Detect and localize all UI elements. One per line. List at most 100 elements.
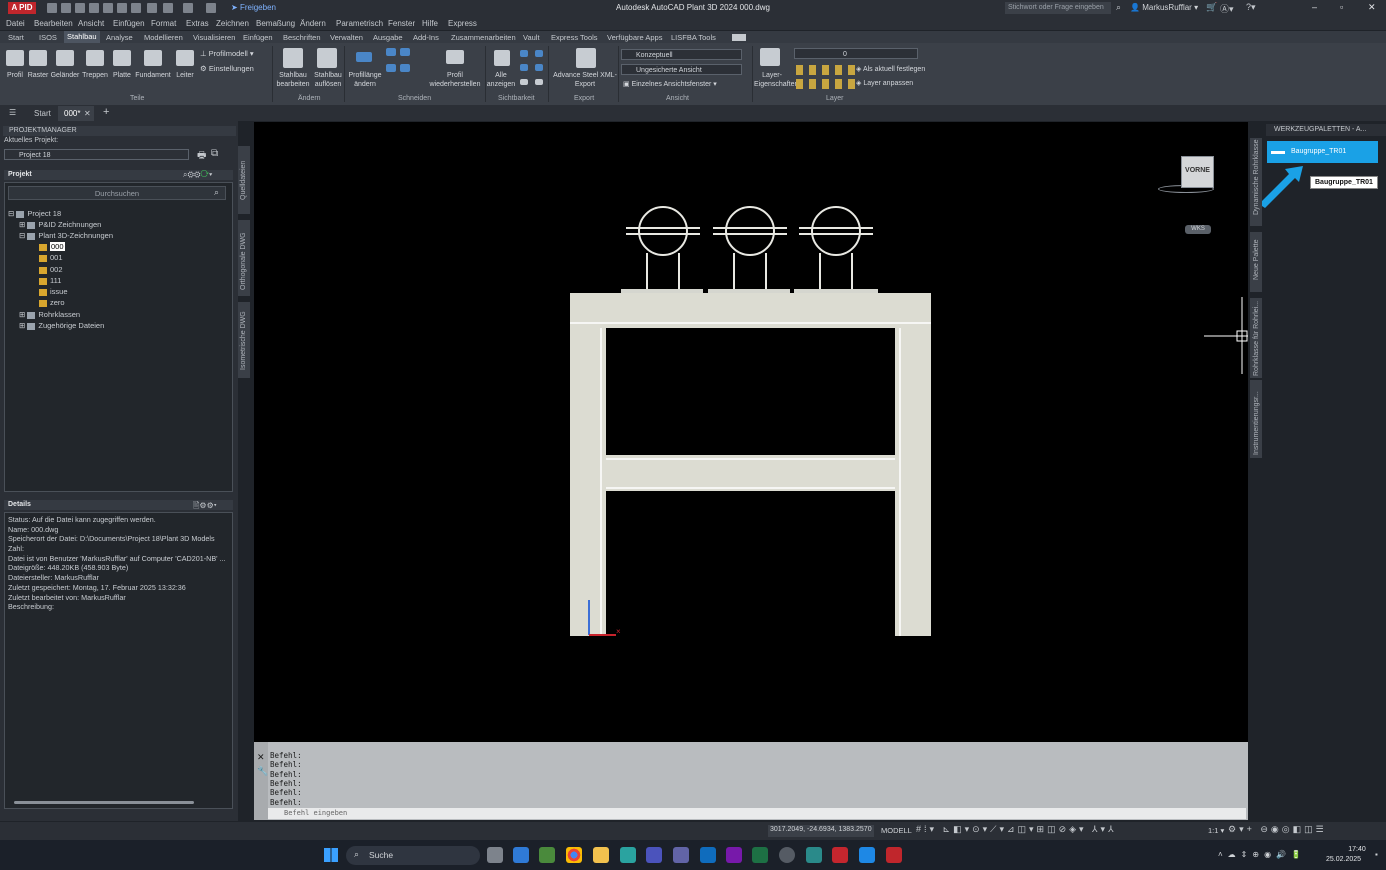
chrome-icon[interactable] [566, 847, 582, 863]
menu-fenster[interactable]: Fenster [388, 19, 415, 28]
outlook-icon[interactable] [700, 847, 716, 863]
layer-tools-icon[interactable] [796, 65, 856, 75]
layer-properties-icon[interactable] [760, 48, 780, 66]
drawing-viewport[interactable]: × [254, 122, 1248, 742]
excel-icon[interactable] [752, 847, 768, 863]
einstellungen-button[interactable]: ⚙ Einstellungen [200, 64, 254, 73]
cut-tool-icon[interactable] [386, 64, 396, 72]
copy-icon[interactable]: ⧉ [211, 148, 218, 159]
widgets-icon[interactable] [513, 847, 529, 863]
tab-addins[interactable]: Add-Ins [410, 33, 442, 42]
gelaender-button[interactable]: Geländer [48, 71, 82, 80]
tree-item-rohrklassen[interactable]: ⊞ Rohrklassen [19, 309, 80, 320]
layer-dropdown[interactable]: 0 [794, 48, 918, 59]
profillaenge-icon[interactable] [356, 52, 372, 62]
teams-icon[interactable] [673, 847, 689, 863]
cut-tool-icon[interactable] [386, 48, 396, 56]
layer-properties-button[interactable]: Layer- Eigenschaften [754, 71, 798, 89]
tree-item-001[interactable]: 001 [39, 252, 63, 263]
drafting-tools-icons[interactable]: #⁞▾ ⊾◧▾⊙▾⟋▾⊿◫▾⊞◫⊘◈▾ ⅄▾⅄ [916, 824, 1216, 838]
viewport-config-button[interactable]: ▣ Einzelnes Ansichtsfenster ▾ [623, 80, 717, 88]
profillaenge-aendern-button[interactable]: Profillänge ändern [346, 71, 384, 89]
gelaender-icon[interactable] [56, 50, 74, 66]
menu-parametrisch[interactable]: Parametrisch [336, 19, 383, 28]
visibility-tool-icon[interactable] [520, 50, 528, 57]
autocad-plant-icon[interactable] [886, 847, 902, 863]
advance-steel-export-button[interactable]: Advance Steel XML- Export [550, 71, 620, 89]
file-explorer-icon[interactable] [593, 847, 609, 863]
hamburger-menu-icon[interactable]: ☰ [9, 108, 16, 117]
tab-einfuegen[interactable]: Einfügen [240, 33, 276, 42]
terminal-icon[interactable] [539, 847, 555, 863]
tree-item-plant3d[interactable]: ⊟ Plant 3D-Zeichnungen [19, 230, 113, 241]
user-account[interactable]: 👤 MarkusRufflar ▾ [1130, 3, 1198, 12]
tree-item-project[interactable]: ⊟ Project 18 [8, 208, 61, 219]
visual-style-dropdown[interactable]: Konzeptuell [621, 49, 742, 60]
workspace-tools-icons[interactable]: ⚙▾+ ⊖◉◎◧◫☰ [1228, 824, 1386, 838]
layer-tools-icon[interactable] [796, 79, 856, 89]
visibility-tool-icon[interactable] [535, 79, 543, 85]
stahlbau-bearbeiten-button[interactable]: Stahlbau bearbeiten [274, 71, 312, 89]
tab-modellieren[interactable]: Modellieren [141, 33, 186, 42]
fundament-icon[interactable] [144, 50, 162, 66]
visibility-tool-icon[interactable] [520, 64, 528, 71]
menu-aendern[interactable]: Ändern [300, 19, 326, 28]
xml-export-icon[interactable] [576, 48, 596, 68]
close-command-icon[interactable]: ✕ [257, 752, 265, 763]
visibility-tool-icon[interactable] [535, 64, 543, 71]
tab-visualisieren[interactable]: Visualisieren [190, 33, 238, 42]
edge-icon[interactable] [620, 847, 636, 863]
tab-verfuegbare-apps[interactable]: Verfügbare Apps [604, 33, 665, 42]
wcs-button[interactable]: WKS [1185, 225, 1211, 234]
leiter-button[interactable]: Leiter [172, 71, 198, 80]
task-view-icon[interactable] [487, 847, 503, 863]
tree-item-002[interactable]: 002 [39, 264, 63, 275]
menu-express[interactable]: Express [448, 19, 477, 28]
a360-icon[interactable]: Ⓐ▾ [1220, 2, 1234, 15]
help-search-input[interactable]: Stichwort oder Frage eingeben [1005, 2, 1111, 14]
tab-lisfba-tools[interactable]: LISFBA Tools [668, 33, 719, 42]
tree-item-zero[interactable]: zero [39, 297, 65, 308]
acrobat-icon[interactable] [832, 847, 848, 863]
tab-express-tools[interactable]: Express Tools [548, 33, 601, 42]
menu-datei[interactable]: Datei [6, 19, 25, 28]
project-tools-icon[interactable]: ⌕⚙⚙⟳▾ [183, 170, 212, 180]
taskbar-search[interactable] [346, 846, 480, 865]
close-icon[interactable]: ✕ [1368, 2, 1376, 13]
platte-icon[interactable] [113, 50, 131, 66]
tab-zusammenarbeiten[interactable]: Zusammenarbeiten [448, 33, 519, 42]
command-input[interactable]: Befehl eingeben [268, 808, 1246, 819]
alle-anzeigen-icon[interactable] [494, 50, 510, 66]
app-circle-icon[interactable] [779, 847, 795, 863]
tab-stahlbau[interactable]: Stahlbau [64, 31, 100, 43]
alle-anzeigen-button[interactable]: Alle anzeigen [486, 71, 516, 89]
search-icon[interactable]: ⌕ [214, 187, 219, 198]
menu-format[interactable]: Format [151, 19, 176, 28]
windows-start-icon[interactable] [324, 848, 338, 862]
print-icon[interactable]: 🖶 [197, 148, 206, 165]
treppen-button[interactable]: Treppen [80, 71, 110, 80]
app-m-icon[interactable] [646, 847, 662, 863]
notifications-icon[interactable]: ▪ [1375, 850, 1378, 859]
cut-tool-icon[interactable] [400, 64, 410, 72]
tab-beschriften[interactable]: Beschriften [280, 33, 324, 42]
onenote-icon[interactable] [726, 847, 742, 863]
tree-item-111[interactable]: 111 [39, 275, 61, 286]
profil-wiederherstellen-icon[interactable] [446, 50, 464, 64]
menu-bearbeiten[interactable]: Bearbeiten [34, 19, 73, 28]
treppen-icon[interactable] [86, 50, 104, 66]
details-scrollbar[interactable] [14, 801, 194, 804]
doc-tab-start[interactable]: Start [34, 109, 51, 118]
tab-vault[interactable]: Vault [520, 33, 543, 42]
new-tab-icon[interactable]: + [103, 106, 109, 118]
annotation-scale-button[interactable]: 1:1 ▾ [1208, 826, 1224, 835]
platte-button[interactable]: Platte [108, 71, 136, 80]
current-project-dropdown[interactable]: Project 18 [4, 149, 189, 160]
menu-ansicht[interactable]: Ansicht [78, 19, 104, 28]
tab-ausgabe[interactable]: Ausgabe [370, 33, 406, 42]
tab-isos[interactable]: ISOS [36, 33, 60, 42]
menu-zeichnen[interactable]: Zeichnen [216, 19, 249, 28]
wrench-icon[interactable]: 🔧 [257, 766, 268, 777]
profil-icon[interactable] [6, 50, 24, 66]
minimize-icon[interactable]: – [1312, 2, 1317, 12]
